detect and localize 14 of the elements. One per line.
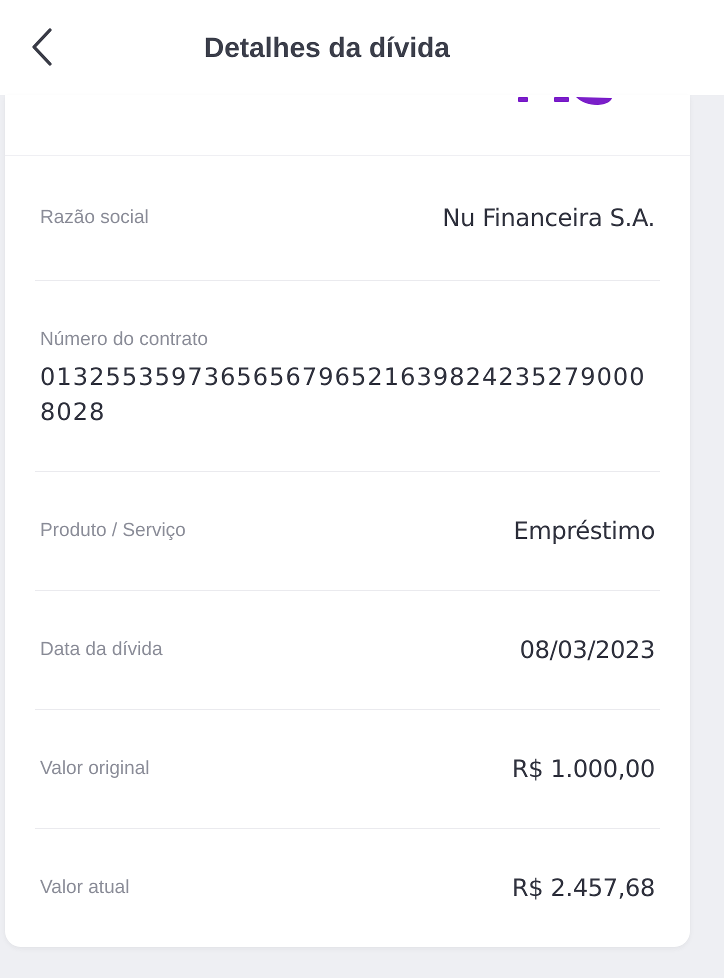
field-value: R$ 1.000,00 — [512, 754, 655, 784]
field-label: Data da dívida — [40, 638, 163, 662]
field-value: R$ 2.457,68 — [512, 873, 655, 903]
field-label: Razão social — [40, 206, 149, 230]
field-label: Produto / Serviço — [40, 519, 186, 543]
field-label: Número do contrato — [40, 328, 209, 352]
field-value: Nu Financeira S.A. — [442, 203, 655, 233]
field-label: Valor atual — [40, 876, 130, 900]
screen-title: Detalhes da dívida — [204, 32, 450, 64]
field-value: Empréstimo — [513, 516, 655, 546]
field-value: 08/03/2023 — [520, 635, 655, 665]
field-value: 01325535973656567965216398242352790008028 — [40, 362, 647, 428]
back-chevron-icon — [30, 26, 54, 66]
field-label: Valor original — [40, 757, 150, 781]
